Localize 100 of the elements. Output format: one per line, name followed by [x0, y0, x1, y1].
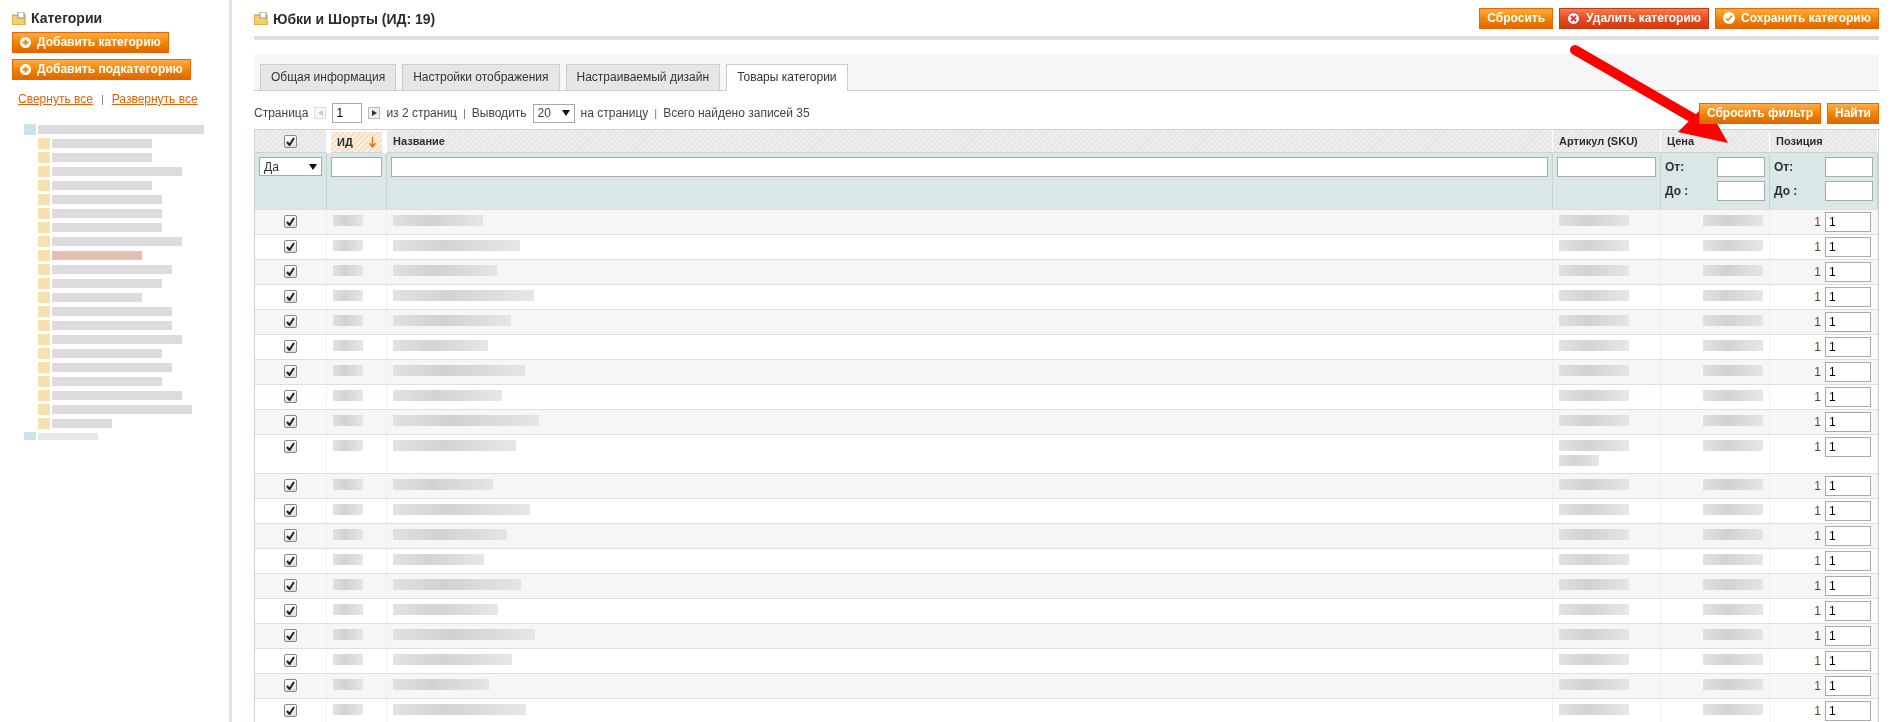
checkbox[interactable]: [284, 340, 297, 353]
expand-all-link[interactable]: Развернуть все: [111, 92, 198, 106]
blurred-text: [1703, 629, 1763, 640]
blurred-text: [1703, 265, 1763, 276]
checkbox[interactable]: [284, 134, 297, 148]
blurred-text: [1703, 604, 1763, 615]
checkbox[interactable]: [284, 554, 297, 567]
checkbox[interactable]: [284, 604, 297, 617]
blurred-text: [1559, 604, 1629, 615]
position-value: 1: [1814, 653, 1821, 668]
in-category-select[interactable]: Да: [259, 157, 322, 176]
position-input[interactable]: 1: [1825, 287, 1871, 307]
checkbox[interactable]: [284, 679, 297, 692]
page-input[interactable]: 1: [332, 103, 363, 123]
position-input[interactable]: 1: [1825, 476, 1871, 496]
from-input[interactable]: [1717, 157, 1765, 177]
position-input[interactable]: 1: [1825, 337, 1871, 357]
blurred-text: [1703, 315, 1763, 326]
tab[interactable]: Настройки отображения: [402, 64, 560, 90]
position-input[interactable]: 1: [1825, 312, 1871, 332]
tab[interactable]: Настраиваемый дизайн: [565, 64, 721, 90]
sku-filter-input[interactable]: [1557, 157, 1656, 177]
checkbox[interactable]: [284, 529, 297, 542]
id-filter-input[interactable]: [331, 157, 382, 177]
plus-circle-icon: [20, 36, 31, 48]
checkbox[interactable]: [284, 415, 297, 428]
position-value: 1: [1814, 478, 1821, 493]
position-value: 1: [1814, 439, 1821, 454]
position-input[interactable]: 1: [1825, 601, 1871, 621]
position-value: 1: [1814, 389, 1821, 404]
position-input[interactable]: 1: [1825, 437, 1871, 457]
from-input[interactable]: [1825, 157, 1873, 177]
position-input[interactable]: 1: [1825, 701, 1871, 721]
delete-button[interactable]: Удалить категорию: [1559, 8, 1710, 29]
position-value: 1: [1814, 414, 1821, 429]
collapse-all-link[interactable]: Свернуть все: [18, 92, 93, 106]
position-input[interactable]: 1: [1825, 501, 1871, 521]
blurred-text: [1703, 415, 1763, 426]
checkbox[interactable]: [284, 290, 297, 303]
plus-circle-icon: [20, 63, 31, 75]
to-input[interactable]: [1825, 181, 1873, 201]
blurred-text: [1559, 290, 1629, 301]
tab[interactable]: Товары категории: [726, 64, 848, 91]
to-input[interactable]: [1717, 181, 1765, 201]
column-header[interactable]: Позиция: [1770, 130, 1878, 153]
check-circle-icon: [1723, 12, 1736, 24]
sort-arrow-icon: [369, 136, 376, 148]
checkbox[interactable]: [284, 315, 297, 328]
blurred-text: [1559, 704, 1629, 715]
position-value: 1: [1814, 628, 1821, 643]
page-title: Юбки и Шорты (ИД: 19): [273, 10, 436, 27]
checkbox[interactable]: [284, 215, 297, 228]
blurred-text: [1703, 340, 1763, 351]
blurred-text: [1703, 704, 1763, 715]
blurred-text: [333, 415, 363, 426]
per-page-select[interactable]: 20: [532, 103, 575, 123]
checkbox[interactable]: [284, 440, 297, 453]
blurred-text: [333, 265, 363, 276]
position-input[interactable]: 1: [1825, 551, 1871, 571]
blurred-text: [333, 679, 363, 690]
column-header[interactable]: ИД: [331, 132, 383, 153]
column-header[interactable]: Артикул (SKU): [1553, 130, 1661, 153]
checkbox[interactable]: [284, 629, 297, 642]
position-input[interactable]: 1: [1825, 626, 1871, 646]
blurred-text: [1703, 579, 1763, 590]
next-page-button[interactable]: [368, 107, 381, 119]
checkbox[interactable]: [284, 240, 297, 253]
position-input[interactable]: 1: [1825, 262, 1871, 282]
checkbox[interactable]: [284, 504, 297, 517]
checkbox[interactable]: [284, 704, 297, 717]
position-input[interactable]: 1: [1825, 651, 1871, 671]
position-input[interactable]: 1: [1825, 237, 1871, 257]
position-input[interactable]: 1: [1825, 362, 1871, 382]
position-input[interactable]: 1: [1825, 576, 1871, 596]
position-input[interactable]: 1: [1825, 387, 1871, 407]
to-label: До :: [1774, 184, 1798, 198]
position-input[interactable]: 1: [1825, 412, 1871, 432]
position-input[interactable]: 1: [1825, 526, 1871, 546]
blurred-text: [1703, 679, 1763, 690]
column-header[interactable]: Название: [387, 130, 1553, 153]
separator-text: |: [463, 107, 466, 119]
position-value: 1: [1814, 239, 1821, 254]
position-value: 1: [1814, 703, 1821, 718]
checkbox[interactable]: [284, 579, 297, 592]
name-filter-input[interactable]: [391, 157, 1548, 177]
total-records-text: Всего найдено записей 35: [663, 106, 810, 120]
to-label: До :: [1665, 184, 1689, 198]
separator-text: |: [100, 93, 104, 105]
tab[interactable]: Общая информация: [260, 64, 397, 90]
position-input[interactable]: 1: [1825, 212, 1871, 232]
checkbox[interactable]: [284, 365, 297, 378]
position-value: 1: [1814, 553, 1821, 568]
checkbox[interactable]: [284, 390, 297, 403]
checkbox[interactable]: [284, 654, 297, 667]
checkbox[interactable]: [284, 479, 297, 492]
checkbox[interactable]: [284, 265, 297, 278]
position-value: 1: [1814, 503, 1821, 518]
position-input[interactable]: 1: [1825, 676, 1871, 696]
blurred-text: [1559, 629, 1629, 640]
blurred-text: [333, 240, 363, 251]
